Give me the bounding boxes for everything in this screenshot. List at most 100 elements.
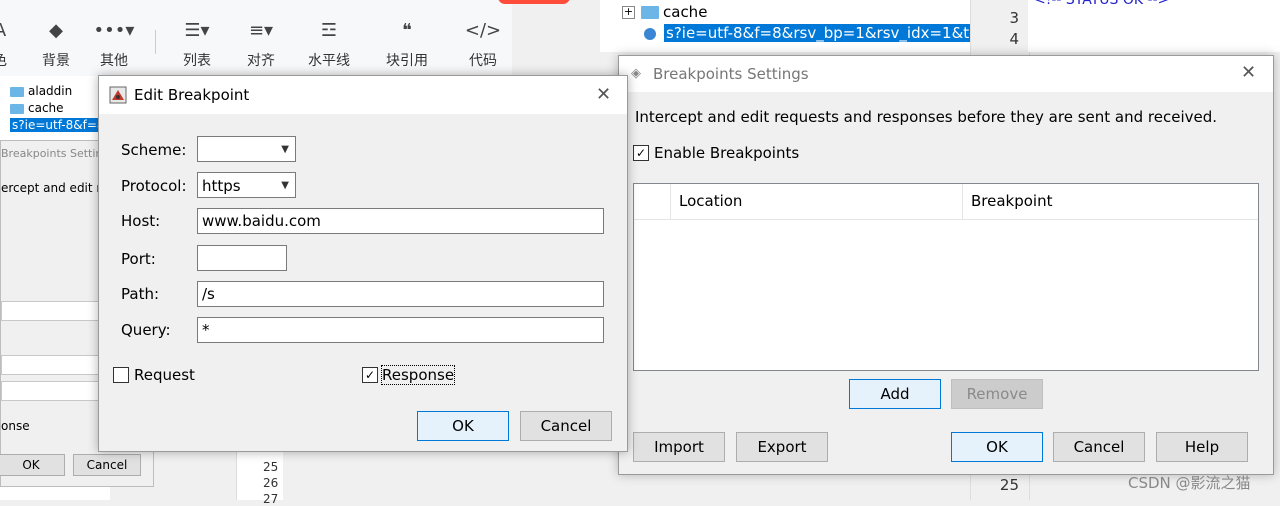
response-checkbox[interactable]: ✓ (362, 367, 378, 383)
dialog-title: Edit Breakpoint (134, 86, 250, 104)
enable-breakpoints-checkbox[interactable]: ✓ (633, 145, 649, 161)
toolbar-align-label: 对齐 (247, 53, 275, 69)
column-header-location[interactable]: Location (670, 184, 963, 219)
toolbar-list-label: 列表 (183, 53, 211, 69)
fiddler-app-icon (109, 86, 127, 104)
toolbar-background-button[interactable]: ◆ 背景 (26, 20, 86, 70)
cancel-button[interactable]: Cancel (520, 411, 612, 441)
tree-item-label: cache (28, 101, 64, 115)
toolbar-blockquote-label: 块引用 (386, 53, 428, 69)
chevron-down-icon: ▼ (281, 180, 289, 191)
notification-pill (498, 0, 570, 4)
port-input[interactable] (197, 245, 287, 271)
background-dialog-description: ercept and edit re (1, 181, 109, 195)
fiddler-app-icon: ◈ (631, 66, 641, 81)
folder-icon (10, 86, 24, 97)
expand-plus-icon[interactable]: + (622, 6, 635, 19)
list-header: Location Breakpoint (634, 184, 1258, 220)
path-label: Path: (121, 285, 160, 303)
background-input (1, 301, 101, 321)
editor-toolbar: A 色 ◆ 背景 •••▾ 其他 ☰▾ 列表 ≡▾ 对齐 ☲ 水平线 ❝ 块引用… (0, 0, 512, 77)
line-number: 25 (263, 460, 279, 474)
code-icon: </> (464, 20, 502, 41)
toolbar-align-button[interactable]: ≡▾ 对齐 (231, 20, 291, 70)
response-label: Response (380, 365, 456, 385)
column-header-breakpoint[interactable]: Breakpoint (962, 184, 1255, 219)
remove-button[interactable]: Remove (951, 379, 1043, 409)
request-checkbox[interactable] (113, 367, 129, 383)
close-icon[interactable]: ✕ (1241, 62, 1256, 83)
horizontal-rule-icon: ☲ (320, 20, 338, 41)
watermark: CSDN @影流之猫 (1128, 474, 1251, 492)
query-label: Query: (121, 321, 171, 339)
protocol-label: Protocol: (121, 177, 187, 195)
folder-icon (10, 103, 24, 114)
background-dialog-title: Breakpoints Settin (1, 147, 103, 160)
protocol-select[interactable]: https ▼ (197, 172, 296, 198)
close-icon[interactable]: ✕ (596, 84, 611, 105)
cancel-button[interactable]: Cancel (1053, 432, 1145, 462)
scheme-label: Scheme: (121, 141, 187, 159)
import-button[interactable]: Import (633, 432, 725, 462)
align-icon: ≡▾ (248, 20, 274, 41)
toolbar-code-label: 代码 (469, 53, 497, 69)
background-input (1, 381, 101, 401)
enable-breakpoints-label: Enable Breakpoints (654, 144, 800, 162)
paint-bucket-icon: ◆ (49, 20, 63, 41)
tree-item[interactable]: aladdin (10, 84, 72, 98)
right-session-tree: + cache s?ie=utf-8&f=8&rsv_bp=1&rsv_idx=1… (600, 0, 972, 52)
toolbar-list-button[interactable]: ☰▾ 列表 (167, 20, 227, 70)
folder-icon (641, 6, 659, 19)
toolbar-divider (155, 30, 156, 54)
background-ok-button[interactable]: OK (0, 454, 65, 476)
tree-item-label: cache (663, 3, 708, 21)
line-number: 25 (999, 476, 1019, 494)
scheme-select[interactable]: ▼ (197, 136, 296, 162)
quote-icon: ❝ (402, 20, 412, 41)
protocol-value: https (202, 177, 241, 195)
breakpoints-list[interactable]: Location Breakpoint (633, 183, 1259, 371)
code-view: <!-- STATUS OK --> (1028, 0, 1280, 52)
edit-breakpoint-dialog: Edit Breakpoint ✕ Scheme: ▼ Protocol: ht… (98, 75, 628, 452)
toolbar-background-label: 背景 (42, 53, 70, 69)
breakpoints-settings-dialog: ◈ Breakpoints Settings ✕ Intercept and e… (618, 55, 1274, 475)
request-label: Request (134, 366, 195, 384)
toolbar-more-label: 其他 (100, 53, 128, 69)
line-number: 27 (263, 492, 279, 506)
tree-item-label: s?ie=utf-8&f=8&rsv_bp=1&rsv_idx=1&t (664, 24, 972, 42)
line-number: 26 (263, 476, 279, 490)
dialog-titlebar: ◈ Breakpoints Settings ✕ (619, 56, 1273, 92)
more-dots-icon: •••▾ (93, 20, 135, 41)
export-button[interactable]: Export (736, 432, 828, 462)
dialog-description: Intercept and edit requests and response… (635, 108, 1218, 126)
host-input[interactable]: www.baidu.com (197, 208, 604, 234)
toolbar-code-button[interactable]: </> 代码 (453, 20, 513, 70)
ok-button[interactable]: OK (417, 411, 509, 441)
background-input (1, 355, 101, 375)
dialog-titlebar: Edit Breakpoint ✕ (99, 76, 627, 114)
toolbar-more-button[interactable]: •••▾ 其他 (84, 20, 144, 70)
host-label: Host: (121, 212, 161, 230)
list-icon: ☰▾ (184, 20, 210, 41)
background-cancel-button[interactable]: Cancel (73, 454, 141, 476)
toolbar-blockquote-button[interactable]: ❝ 块引用 (377, 20, 437, 70)
chevron-down-icon: ▼ (281, 144, 289, 155)
background-response-label: onse (1, 419, 30, 433)
port-label: Port: (121, 250, 156, 268)
dialog-title: Breakpoints Settings (653, 65, 809, 83)
ok-button[interactable]: OK (951, 432, 1043, 462)
query-input[interactable]: * (197, 317, 604, 343)
tree-item-label: aladdin (28, 84, 73, 98)
code-line: <!-- STATUS OK --> (1034, 0, 1170, 8)
help-button[interactable]: Help (1156, 432, 1248, 462)
web-request-icon (644, 27, 656, 40)
tree-item-selected[interactable]: s?ie=utf-8&f=8&rsv_bp=1&rsv_idx=1&t (644, 24, 972, 42)
line-number: 4 (1009, 30, 1019, 48)
toolbar-hr-label: 水平线 (308, 53, 350, 69)
path-input[interactable]: /s (197, 281, 604, 307)
line-number: 3 (1009, 9, 1019, 27)
toolbar-hr-button[interactable]: ☲ 水平线 (299, 20, 359, 70)
tree-item[interactable]: cache (10, 101, 64, 115)
add-button[interactable]: Add (849, 379, 941, 409)
tree-item[interactable]: + cache (622, 3, 707, 21)
